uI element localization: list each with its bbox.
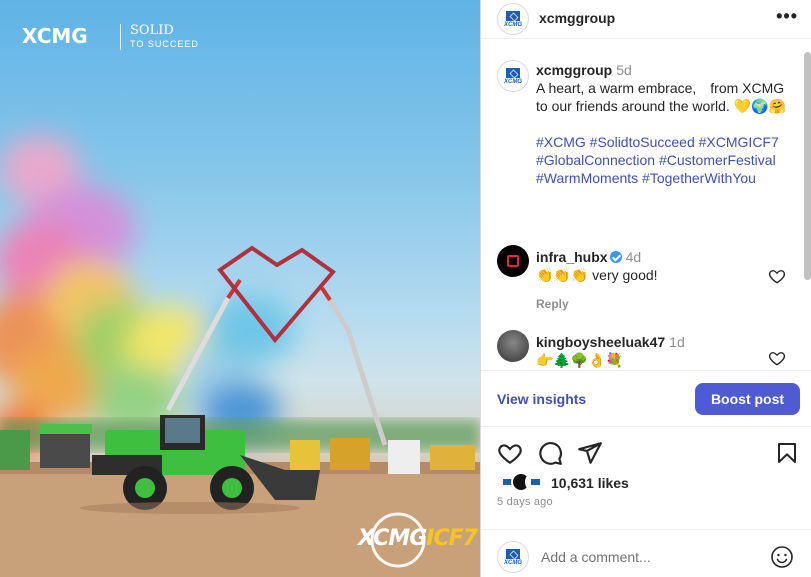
slogan-line2: TO SUCCEED xyxy=(130,39,199,49)
caption-time[interactable]: 5d xyxy=(616,62,632,78)
boost-post-button[interactable]: Boost post xyxy=(695,383,800,415)
caption-hashtags[interactable]: #XCMG #SolidtoSucceed #XCMGICF7 #GlobalC… xyxy=(536,133,794,187)
likes-count[interactable]: 10,631 likes xyxy=(551,475,629,491)
commenter-avatar[interactable] xyxy=(497,245,529,277)
liker-avatar[interactable] xyxy=(525,472,545,492)
view-insights-link[interactable]: View insights xyxy=(497,391,586,407)
infra-hubx-logo-icon xyxy=(507,255,519,267)
event-logo-accent: ICF7 xyxy=(426,526,478,551)
comments-area[interactable]: XCMG xcmggroup 5d A heart, a warm embrace… xyxy=(481,40,811,370)
instagram-post-view: XCMG SOLID TO SUCCEED XCMGICF7 XCMG xcmg… xyxy=(0,0,811,577)
comment-body: kingboysheeluak47 1d 👉🌲🌳👌💐 xyxy=(536,333,766,369)
like-comment-heart-icon[interactable] xyxy=(768,349,786,367)
emoji-smiley-icon[interactable] xyxy=(770,545,794,569)
post-header: XCMG xcmggroup ••• xyxy=(481,0,811,39)
post-photo[interactable]: XCMG SOLID TO SUCCEED XCMGICF7 xyxy=(0,0,480,577)
likes-row: 10,631 likes xyxy=(497,472,797,496)
comment-bubble-icon[interactable] xyxy=(537,440,563,466)
commenter-avatar[interactable] xyxy=(497,330,529,362)
post-timestamp[interactable]: 5 days ago xyxy=(497,496,553,508)
comment-username[interactable]: kingboysheeluak47 xyxy=(536,334,665,350)
like-heart-icon[interactable] xyxy=(497,440,523,466)
like-comment-heart-icon[interactable] xyxy=(768,267,786,285)
comment-text: 👉🌲🌳👌💐 xyxy=(536,352,624,368)
caption-text: A heart, a warm embrace, from XCMG to ou… xyxy=(536,80,786,114)
comments-scrollbar[interactable] xyxy=(804,52,811,280)
insights-bar: View insights Boost post xyxy=(481,370,811,427)
comment-username[interactable]: infra_hubx xyxy=(536,249,608,265)
author-avatar[interactable]: XCMG xyxy=(497,3,529,35)
more-horizontal-icon[interactable]: ••• xyxy=(776,6,798,27)
caption: xcmggroup 5d A heart, a warm embrace, fro… xyxy=(536,61,794,187)
comment-time[interactable]: 1d xyxy=(669,334,685,350)
brand-slogan: SOLID TO SUCCEED xyxy=(130,24,199,49)
save-bookmark-icon[interactable] xyxy=(775,440,799,466)
post-actions xyxy=(481,436,811,472)
event-logo: XCMGICF7 xyxy=(358,526,478,551)
add-comment-bar: XCMG Add a comment... xyxy=(481,529,811,577)
logo-divider xyxy=(120,24,121,50)
xcmg-logo: XCMG xyxy=(22,24,88,48)
verified-badge-icon xyxy=(609,251,622,263)
caption-avatar[interactable]: XCMG xyxy=(497,60,529,92)
reply-button[interactable]: Reply xyxy=(536,295,766,313)
author-username[interactable]: xcmggroup xyxy=(539,10,615,26)
slogan-line1: SOLID xyxy=(130,23,174,38)
add-comment-input[interactable]: Add a comment... xyxy=(541,549,651,565)
comment-time[interactable]: 4d xyxy=(626,249,642,265)
share-send-icon[interactable] xyxy=(577,440,603,466)
photo-scene xyxy=(0,135,480,577)
caption-username[interactable]: xcmggroup xyxy=(536,62,612,78)
comment-body: infra_hubx 4d 👏👏👏 very good! Reply xyxy=(536,248,766,313)
event-logo-main: XCMG xyxy=(358,526,427,551)
post-sidebar: XCMG xcmggroup ••• XCMG xcmggroup 5d A he… xyxy=(480,0,811,577)
comment-text: 👏👏👏 very good! xyxy=(536,267,658,283)
current-user-avatar: XCMG xyxy=(497,541,529,573)
